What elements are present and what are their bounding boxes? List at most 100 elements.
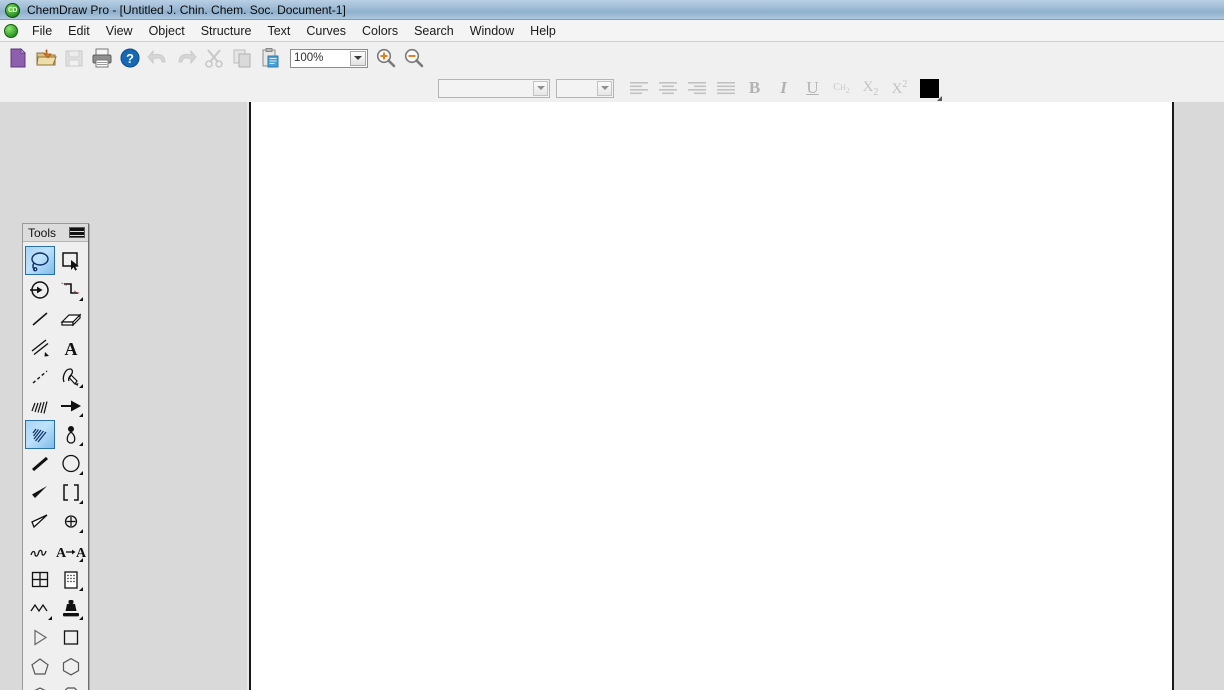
font-size-combobox[interactable] xyxy=(556,79,614,98)
bold-hash-bond-tool[interactable] xyxy=(25,420,55,449)
open-document-button[interactable] xyxy=(32,44,60,72)
italic-button[interactable]: I xyxy=(769,75,798,101)
pen-tool[interactable] xyxy=(56,362,86,391)
print-button[interactable] xyxy=(88,44,116,72)
bold-label: B xyxy=(749,78,760,98)
orbital-tool[interactable] xyxy=(56,420,86,449)
menu-window[interactable]: Window xyxy=(462,22,522,40)
zoom-out-button[interactable] xyxy=(400,44,428,72)
underline-button[interactable]: U xyxy=(798,75,827,101)
bracket-tool[interactable] xyxy=(56,478,86,507)
submenu-corner-icon[interactable] xyxy=(79,587,83,591)
copy-button[interactable] xyxy=(228,44,256,72)
cut-button[interactable] xyxy=(200,44,228,72)
align-left-button[interactable] xyxy=(624,75,653,101)
zoom-level-combobox[interactable]: 100% xyxy=(290,49,368,68)
eraser-tool[interactable] xyxy=(56,304,86,333)
acyclic-chain-tool[interactable] xyxy=(25,594,55,623)
bold-bond-tool[interactable] xyxy=(25,449,55,478)
multiple-bond-tool[interactable] xyxy=(25,333,55,362)
system-menu-icon[interactable] xyxy=(4,24,18,38)
table-tool[interactable] xyxy=(25,565,55,594)
submenu-corner-icon[interactable] xyxy=(79,616,83,620)
circle-drawing-tool[interactable] xyxy=(56,449,86,478)
menu-edit[interactable]: Edit xyxy=(60,22,98,40)
hollow-wedge-tool[interactable] xyxy=(25,507,55,536)
open-folder-icon xyxy=(35,47,57,69)
redo-arrow-icon xyxy=(175,47,197,69)
reaction-arrow-tool[interactable] xyxy=(56,275,86,304)
tools-palette-title-bar[interactable]: Tools xyxy=(23,224,88,242)
arrow-tool[interactable] xyxy=(56,391,86,420)
menu-structure[interactable]: Structure xyxy=(193,22,260,40)
window-title: ChemDraw Pro - [Untitled J. Chin. Chem. … xyxy=(27,3,346,17)
heptagon-tool[interactable] xyxy=(25,681,55,690)
submenu-corner-icon[interactable] xyxy=(79,500,83,504)
svg-text:A: A xyxy=(56,546,67,561)
menu-curves[interactable]: Curves xyxy=(298,22,354,40)
menu-help[interactable]: Help xyxy=(522,22,564,40)
template-page-tool[interactable] xyxy=(56,565,86,594)
wedge-bond-tool[interactable] xyxy=(25,478,55,507)
submenu-corner-icon[interactable] xyxy=(79,471,83,475)
submenu-corner-icon[interactable] xyxy=(48,616,52,620)
submenu-corner-icon[interactable] xyxy=(79,384,83,388)
subscript-button[interactable]: X2 xyxy=(856,75,885,101)
square-tool[interactable] xyxy=(56,623,86,652)
menu-object[interactable]: Object xyxy=(141,22,193,40)
superscript-button[interactable]: X2 xyxy=(885,75,914,101)
help-button[interactable]: ? xyxy=(116,44,144,72)
submenu-corner-icon[interactable] xyxy=(79,529,83,533)
atom-marker-tool[interactable] xyxy=(56,507,86,536)
hexagon-icon xyxy=(60,656,82,678)
font-family-combobox[interactable] xyxy=(438,79,550,98)
new-document-button[interactable] xyxy=(4,44,32,72)
hash-bond-tool[interactable] xyxy=(25,391,55,420)
formula-button[interactable]: CH2 xyxy=(827,75,856,101)
solid-bond-tool[interactable] xyxy=(25,304,55,333)
zoom-in-button[interactable] xyxy=(372,44,400,72)
drag-grip-icon[interactable] xyxy=(69,227,85,238)
submenu-corner-icon[interactable] xyxy=(79,442,83,446)
marquee-select-tool[interactable] xyxy=(56,246,86,275)
hexagon-tool[interactable] xyxy=(56,652,86,681)
subscript-label: X2 xyxy=(863,79,879,98)
redo-button[interactable] xyxy=(172,44,200,72)
align-right-icon xyxy=(687,80,707,96)
align-left-icon xyxy=(629,80,649,96)
paste-button[interactable] xyxy=(256,44,284,72)
triangle-tool[interactable] xyxy=(25,623,55,652)
menu-text[interactable]: Text xyxy=(259,22,298,40)
align-justify-button[interactable] xyxy=(711,75,740,101)
lasso-select-tool[interactable] xyxy=(25,246,55,275)
menu-colors[interactable]: Colors xyxy=(354,22,406,40)
atom-replace-tool[interactable]: A A xyxy=(56,536,86,565)
save-document-button[interactable] xyxy=(60,44,88,72)
chevron-down-icon[interactable] xyxy=(350,51,366,66)
submenu-corner-icon[interactable] xyxy=(79,558,83,562)
dashed-bond-tool[interactable] xyxy=(25,362,55,391)
menu-search[interactable]: Search xyxy=(406,22,462,40)
text-format-toolbar: B I U CH2 X2 X2 xyxy=(0,74,1224,102)
align-right-button[interactable] xyxy=(682,75,711,101)
squiggle-bond-tool[interactable] xyxy=(25,536,55,565)
triangle-icon xyxy=(29,627,51,649)
document-canvas[interactable] xyxy=(249,102,1174,690)
chevron-down-icon[interactable] xyxy=(533,81,548,96)
stamp-tool[interactable] xyxy=(56,594,86,623)
wedge-bond-icon xyxy=(29,482,51,504)
svg-text:A: A xyxy=(64,339,77,359)
pentagon-tool[interactable] xyxy=(25,652,55,681)
text-color-swatch[interactable] xyxy=(920,79,939,98)
octagon-tool[interactable] xyxy=(56,681,86,690)
bold-button[interactable]: B xyxy=(740,75,769,101)
structure-perspective-tool[interactable] xyxy=(25,275,55,304)
undo-button[interactable] xyxy=(144,44,172,72)
text-tool[interactable]: A xyxy=(56,333,86,362)
menu-view[interactable]: View xyxy=(98,22,141,40)
menu-file[interactable]: File xyxy=(24,22,60,40)
submenu-corner-icon[interactable] xyxy=(79,413,83,417)
submenu-corner-icon[interactable] xyxy=(79,297,83,301)
align-center-button[interactable] xyxy=(653,75,682,101)
chevron-down-icon[interactable] xyxy=(597,81,612,96)
